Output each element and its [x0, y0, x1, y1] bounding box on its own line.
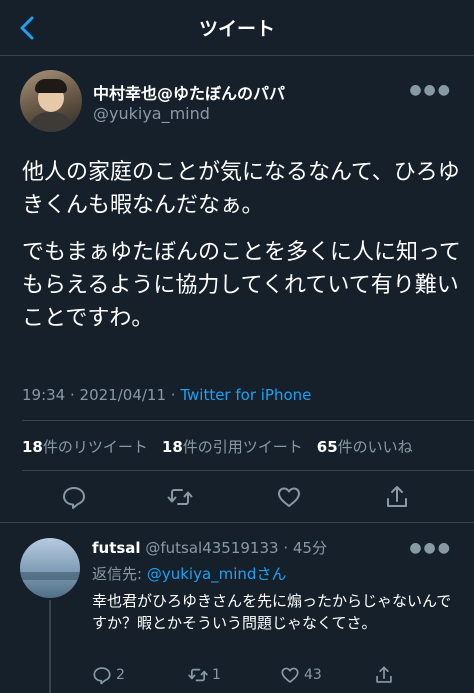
author-handle[interactable]: @yukiya_mind: [93, 104, 210, 123]
reply-more-options-icon[interactable]: ●●●: [409, 540, 452, 556]
divider: [22, 470, 474, 471]
page-title: ツイート: [198, 18, 275, 40]
meta-separator: ·: [166, 386, 181, 404]
likes-stat[interactable]: 65件のいいね: [317, 438, 413, 456]
tweet-date[interactable]: 2021/04/11: [80, 386, 166, 404]
reply-author-name[interactable]: futsal: [92, 539, 141, 557]
retweets-stat[interactable]: 18件のリツイート: [22, 438, 148, 456]
reply-icon: [93, 667, 111, 685]
reply-body: 幸也君がひろゆきさんを先に煽ったからじゃないんですか？暇とかそういう問題じゃなく…: [92, 592, 452, 632]
like-icon[interactable]: [276, 484, 302, 510]
more-options-icon[interactable]: ●●●: [409, 82, 452, 98]
tweet-stats: 18件のリツイート 18件の引用ツイート 65件のいいね: [22, 436, 427, 457]
tweet-metadata: 19:34 · 2021/04/11 · Twitter for iPhone: [22, 386, 311, 404]
meta-separator: ·: [65, 386, 80, 404]
tweet-paragraph: 他人の家庭のことが気になるなんて、ひろゆきくんも暇なんだなぁ。: [22, 160, 460, 218]
tweet-paragraph: でもまぁゆたぼんのことを多くに人に知ってもらえるように協力してくれていて有り難い…: [22, 240, 461, 331]
author-name[interactable]: 中村幸也@ゆたぼんのパパ: [93, 80, 285, 104]
reply-author-handle[interactable]: @futsal43519133: [145, 539, 278, 557]
top-bar: ツイート: [0, 0, 474, 56]
quotes-stat[interactable]: 18件の引用ツイート: [162, 438, 303, 456]
author-avatar[interactable]: [20, 70, 82, 132]
divider: [22, 420, 474, 421]
reply-like-button[interactable]: 43: [280, 664, 322, 686]
client-link[interactable]: Twitter for iPhone: [180, 386, 311, 404]
share-icon: [376, 666, 392, 683]
retweet-icon[interactable]: [167, 484, 193, 510]
thread-line: [49, 600, 51, 693]
replying-to-mention[interactable]: @yukiya_mindさん: [147, 565, 287, 583]
reply-age: · 45分: [283, 539, 327, 557]
reply-actions: 2 1 43: [92, 664, 472, 686]
tweet-actions: [0, 476, 474, 516]
reply-retweet-button[interactable]: 1: [188, 664, 221, 686]
retweet-count: 1: [212, 667, 221, 683]
reply-reply-button[interactable]: 2: [92, 664, 125, 686]
reply-author-avatar[interactable]: [20, 538, 80, 598]
share-icon[interactable]: [384, 484, 410, 510]
reply-icon[interactable]: [61, 484, 87, 510]
tweet-body: 他人の家庭のことが気になるなんて、ひろゆきくんも暇なんだなぁ。 でもまぁゆたぼん…: [22, 156, 462, 349]
replying-to-label: 返信先:: [92, 565, 147, 583]
like-count: 43: [304, 667, 322, 683]
reply-header: futsal @futsal43519133 · 45分: [92, 537, 327, 558]
replying-to: 返信先: @yukiya_mindさん: [92, 563, 286, 584]
like-icon: [281, 667, 299, 683]
retweet-icon: [188, 668, 208, 682]
divider: [0, 522, 474, 523]
reply-count: 2: [116, 667, 125, 683]
tweet-time[interactable]: 19:34: [22, 386, 65, 404]
reply-share-button[interactable]: [374, 664, 398, 686]
